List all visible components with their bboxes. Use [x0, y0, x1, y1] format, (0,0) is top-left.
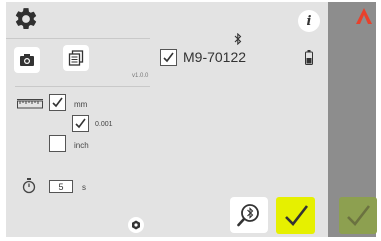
left-divider [15, 86, 150, 87]
gear-icon [15, 8, 37, 30]
inch-label: inch [74, 141, 89, 150]
info-button[interactable]: i [298, 10, 320, 32]
timer-value: 5 [58, 181, 64, 192]
hexagon-badge-icon [132, 220, 140, 230]
disabled-confirm-button[interactable] [339, 197, 377, 234]
check-icon [284, 204, 308, 226]
device-list-item[interactable]: M9-70122 [159, 48, 321, 68]
inch-checkbox[interactable] [49, 135, 66, 152]
copy-icon [68, 50, 84, 66]
precision-label: 0.001 [95, 121, 113, 128]
mm-label: mm [74, 100, 88, 109]
battery-icon [305, 50, 313, 65]
copy-button[interactable] [63, 45, 89, 71]
app-window: i v1.0.0 mm 0.001 inch 5 s M9-70122 [0, 0, 381, 241]
brand-logo [355, 7, 373, 25]
confirm-button[interactable] [276, 197, 315, 234]
ruler-icon [17, 96, 43, 109]
camera-button[interactable] [14, 47, 40, 73]
bluetooth-search-button[interactable] [230, 197, 268, 233]
badge-button[interactable] [128, 217, 144, 233]
check-icon [52, 97, 63, 108]
settings-button[interactable] [13, 6, 39, 32]
timer-unit: s [82, 183, 86, 192]
device-name: M9-70122 [183, 49, 247, 65]
bluetooth-icon [234, 32, 242, 46]
version-label: v1.0.0 [132, 73, 149, 79]
timer-input[interactable]: 5 [49, 180, 73, 193]
brand-logo-icon [356, 8, 372, 24]
bluetooth-search-icon [237, 204, 259, 227]
device-checkbox[interactable] [160, 49, 177, 66]
header-divider [6, 38, 150, 39]
check-icon [75, 118, 86, 129]
stopwatch-icon [22, 178, 36, 194]
mm-checkbox[interactable] [49, 94, 66, 111]
check-icon [347, 204, 371, 226]
check-icon [163, 52, 174, 63]
info-icon: i [306, 13, 312, 29]
precision-checkbox[interactable] [72, 115, 89, 132]
camera-icon [20, 54, 34, 66]
